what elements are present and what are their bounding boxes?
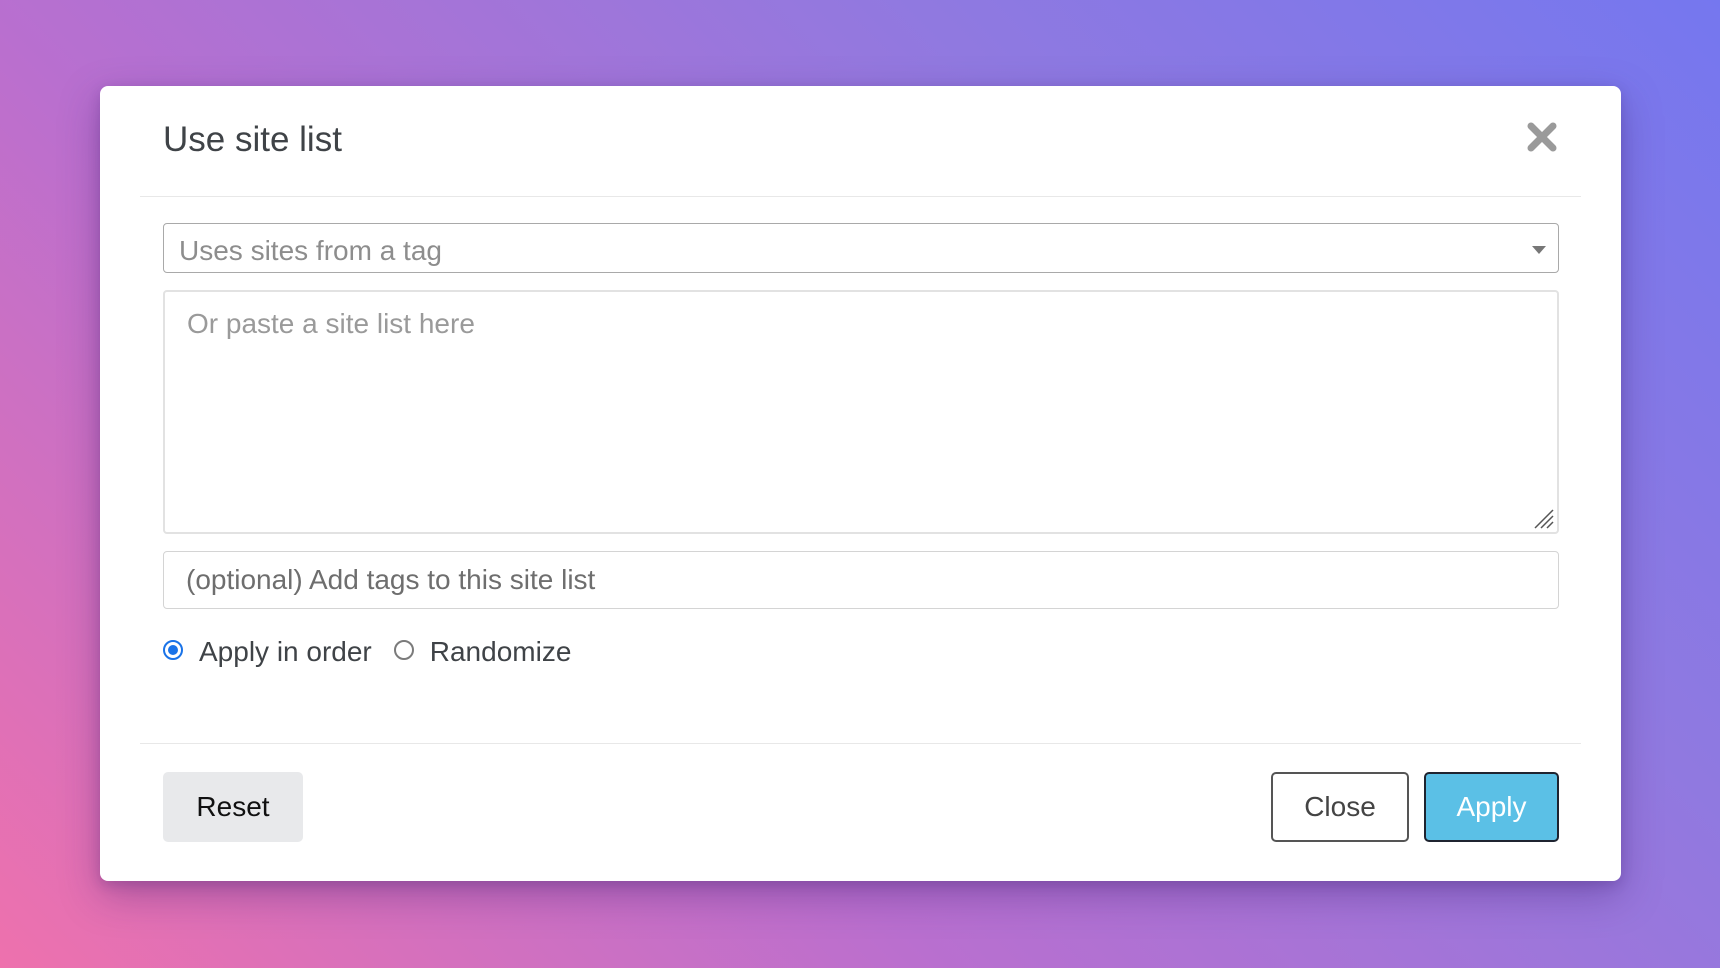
order-radio-group: Apply in order Randomize — [163, 632, 593, 672]
radio-randomize[interactable]: Randomize — [393, 636, 572, 668]
close-x-icon[interactable] — [1525, 120, 1559, 154]
chevron-down-icon — [1532, 246, 1546, 254]
tag-select-dropdown[interactable]: Uses sites from a tag — [163, 223, 1559, 273]
site-list-textarea[interactable] — [163, 290, 1559, 534]
radio-label-randomize: Randomize — [429, 636, 572, 667]
apply-button[interactable]: Apply — [1424, 772, 1559, 842]
radio-label-apply-in-order: Apply in order — [199, 636, 372, 667]
radio-apply-in-order[interactable]: Apply in order — [163, 636, 372, 668]
resize-grip-icon[interactable] — [1531, 506, 1555, 530]
tag-select-placeholder: Uses sites from a tag — [179, 235, 442, 266]
radio-unchecked-icon[interactable] — [393, 640, 414, 660]
radio-checked-icon[interactable] — [163, 640, 183, 660]
dialog-title: Use site list — [163, 120, 342, 159]
close-button[interactable]: Close — [1271, 772, 1409, 842]
reset-button[interactable]: Reset — [163, 772, 303, 842]
dialog-header: Use site list — [140, 86, 1581, 197]
footer-divider — [140, 743, 1581, 744]
tags-input[interactable] — [163, 551, 1559, 609]
use-site-list-dialog: Use site list Uses sites from a tag Appl… — [100, 86, 1621, 881]
